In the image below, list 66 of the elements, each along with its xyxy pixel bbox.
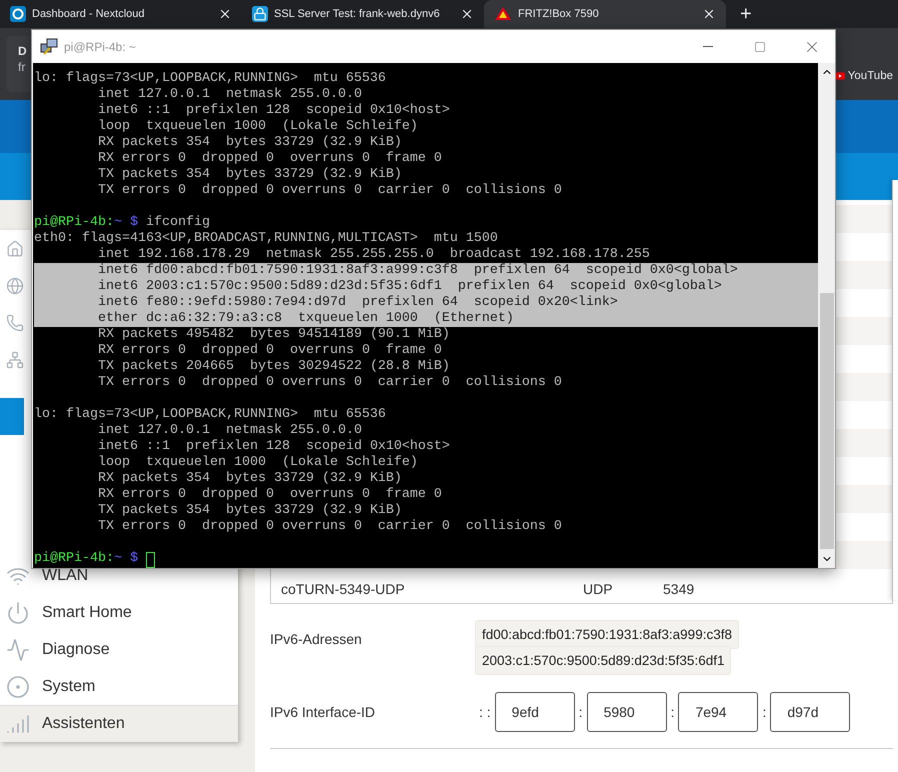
table-cell-text: coTURN-5349-UDP [281,581,406,597]
terminal-line: TX errors 0 dropped 0 overruns 0 carrier 0 collisions 0 [97,183,563,199]
terminal-line: RX errors 0 dropped 0 overruns 0 frame 0 [97,343,443,359]
input-field[interactable]: 7e94 [678,692,758,732]
table-cell-text: UDP [583,581,614,597]
terminal-line: RX errors 0 dropped 0 overruns 0 frame 0 [97,151,443,167]
sidebar-item[interactable]: Smart Home [0,594,238,631]
computer-icon [40,38,58,56]
prompt-dir: ~ [114,215,122,231]
separator-text: : [761,704,768,720]
lock-icon [252,6,268,22]
sidebar-item[interactable] [0,230,24,267]
terminal-line: inet6 ::1 prefixlen 128 scopeid 0x10<host> [97,103,451,119]
terminal-line: eth0: flags=4163<UP,BROADCAST,RUNNING,MULTICAST> mtu 1500 [34,231,499,247]
close-icon[interactable] [460,7,474,21]
input-field[interactable]: 5980 [586,692,667,732]
terminal-line: lo: flags=73<UP,LOOPBACK,RUNNING> mtu 65536 [34,71,387,87]
input-field[interactable]: 9efd [494,692,575,732]
scrollbar-thumb[interactable] [820,293,834,549]
sidebar-icon [6,600,30,624]
address-value: fd00:abcd:fb01:7590:1931:8af3:a999:c3f8 [475,620,739,649]
terminal-line: loop txqueuelen 1000 (Lokale Schleife) [97,119,419,135]
new-tab-button[interactable]: + [726,0,766,28]
terminal-line: RX packets 354 bytes 33729 (32.9 KiB) [97,471,403,487]
sidebar-item[interactable]: System [0,668,238,705]
table-cell-text: 5349 [663,581,696,597]
terminal-line: inet6 ::1 prefixlen 128 scopeid 0x10<host> [97,439,451,455]
field-label: IPv6-Adressen [270,630,363,649]
terminal-line: TX packets 354 bytes 33729 (32.9 KiB) [97,503,403,519]
sidebar-icon [6,638,30,662]
minimize-icon [703,46,713,47]
terminal-line: RX errors 0 dropped 0 overruns 0 frame 0 [97,487,443,503]
terminal-line: inet 127.0.0.1 netmask 255.0.0.0 [97,87,363,103]
input-field[interactable]: d97d [770,692,850,732]
terminal-line: lo: flags=73<UP,LOOPBACK,RUNNING> mtu 65536 [34,407,387,423]
separator-text: : [578,704,584,720]
close-icon[interactable] [218,7,232,21]
terminal-line: TX packets 354 bytes 33729 (32.9 KiB) [97,167,403,183]
sidebar-item[interactable] [0,398,24,435]
terminal-line: RX packets 495482 bytes 94514189 (90.1 MiB) [97,327,451,343]
terminal-line: TX packets 204665 bytes 30294522 (28.8 MiB) [97,359,451,375]
prompt-symbol: $ [130,215,138,231]
terminal-command: ifconfig [146,215,210,231]
field-label: IPv6 Interface-ID [270,704,376,720]
sidebar-item[interactable]: Diagnose [0,631,238,668]
terminal-line: inet 192.168.178.29 netmask 255.255.255.0 broadcast 192.168.178.255 [97,247,651,263]
separator-text: : : [478,704,492,720]
scrollbar[interactable] [818,63,835,568]
maximize-icon [754,40,766,52]
hover-card-title: D [18,44,28,58]
logo-icon [494,6,512,22]
browser-tab[interactable]: FRITZ!Box 7590 [484,0,726,28]
cloud-circle-icon [10,6,26,22]
sidebar-icon [6,674,30,698]
address-value: 2003:c1:570c:9500:5d89:d23d:5f35:6df1 [475,646,732,675]
separator-text: : [670,704,676,720]
terminal-line: RX packets 354 bytes 33729 (32.9 KiB) [97,135,403,151]
close-icon[interactable] [702,7,716,21]
window-title: pi@RPi-4b: ~ [64,40,137,54]
terminal-line: TX errors 0 dropped 0 overruns 0 carrier 0 collisions 0 [97,519,563,535]
hover-card-url: fr [18,60,26,74]
terminal-line: loop txqueuelen 1000 (Lokale Schleife) [97,455,419,471]
prompt-host: pi@RPi-4b: [34,215,114,231]
terminal-line: TX errors 0 dropped 0 overruns 0 carrier 0 collisions 0 [97,375,563,391]
sidebar-item[interactable]: Assistenten [0,705,238,742]
terminal-line: inet 127.0.0.1 netmask 255.0.0.0 [97,423,363,439]
